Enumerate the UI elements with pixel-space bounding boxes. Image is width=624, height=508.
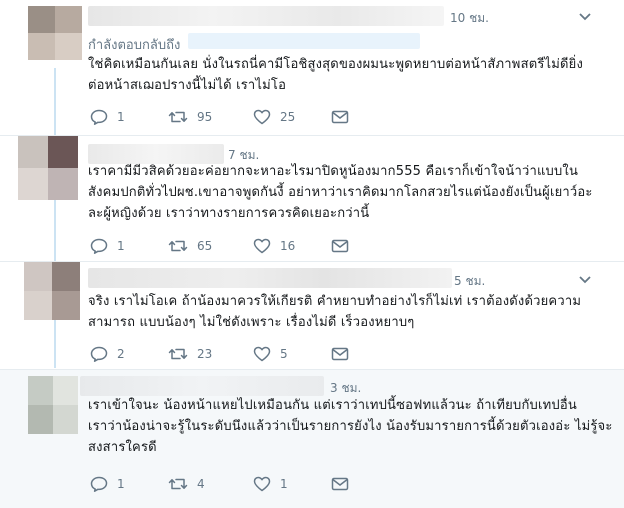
- like-count: 1: [280, 477, 288, 491]
- chevron-down-icon[interactable]: [578, 275, 592, 285]
- tweet-text-line: ละผู้หญิงด้วย เราว่าทางรายการควรคิดเยอะก…: [88, 206, 370, 221]
- replying-to-handles-redacted[interactable]: [188, 33, 420, 49]
- retweet-count: 95: [197, 110, 213, 124]
- reply-icon: [90, 476, 108, 492]
- envelope-icon: [331, 239, 349, 253]
- heart-icon: [253, 238, 271, 254]
- like-button[interactable]: 25: [253, 107, 295, 127]
- reply-count: 1: [117, 477, 125, 491]
- tweet-actions: 2 23 5: [90, 344, 370, 364]
- envelope-icon: [331, 110, 349, 124]
- tweet-text-line: เราเข้าใจนะ น้องหน้าแหยไปเหมือนกัน แต่เร…: [88, 398, 577, 413]
- like-button[interactable]: 1: [253, 474, 288, 494]
- tweet[interactable]: 10 ชม. กำลังตอบกลับถึง ใช่คิดเหมือนกันเล…: [0, 0, 624, 136]
- tweet-text-line: สามารถ แบบน้องๆ ไม่ใช่ดังเพราะ เรื่องไม่…: [88, 315, 415, 330]
- reply-icon: [90, 238, 108, 254]
- like-count: 25: [280, 110, 296, 124]
- reply-button[interactable]: 1: [90, 236, 125, 256]
- replying-to-label: กำลังตอบกลับถึง: [88, 38, 181, 53]
- direct-message-button[interactable]: [331, 474, 349, 494]
- like-count: 5: [280, 347, 288, 361]
- reply-icon: [90, 109, 108, 125]
- retweet-count: 4: [197, 477, 205, 491]
- reply-button[interactable]: 2: [90, 344, 125, 364]
- reply-icon: [90, 346, 108, 362]
- reply-count: 1: [117, 110, 125, 124]
- retweet-button[interactable]: 65: [168, 236, 212, 256]
- direct-message-button[interactable]: [331, 236, 349, 256]
- retweet-icon: [168, 478, 188, 490]
- tweet-timestamp[interactable]: 5 ชม.: [454, 272, 485, 291]
- direct-message-button[interactable]: [331, 344, 349, 364]
- tweet-text-line: ต่อหน้าสเฌอปรางนี้ไม่ได้ เราไม่โอ: [88, 78, 287, 93]
- retweet-icon: [168, 240, 188, 252]
- retweet-count: 23: [197, 347, 213, 361]
- like-count: 16: [280, 239, 296, 253]
- retweet-count: 65: [197, 239, 213, 253]
- heart-icon: [253, 109, 271, 125]
- reply-button[interactable]: 1: [90, 474, 125, 494]
- tweet-text-line: จริง เราไม่โอเค ถ้าน้องมาควรให้เกียรติ ค…: [88, 294, 582, 309]
- avatar[interactable]: [28, 6, 82, 60]
- tweet[interactable]: 7 ชม. เราคามีมีวสิคด้วยอะค่อยากจะหาอะไรม…: [0, 136, 624, 262]
- retweet-button[interactable]: 4: [168, 474, 205, 494]
- like-button[interactable]: 5: [253, 344, 288, 364]
- tweet-timestamp[interactable]: 10 ชม.: [450, 9, 489, 28]
- username-redacted[interactable]: [88, 268, 452, 288]
- reply-count: 1: [117, 239, 125, 253]
- tweet-text-line: ใช่คิดเหมือนกันเลย นั่งในรถนี่คามีโอชิสู…: [88, 57, 584, 72]
- direct-message-button[interactable]: [331, 107, 349, 127]
- envelope-icon: [331, 477, 349, 491]
- tweet-text: ใช่คิดเหมือนกันเลย นั่งในรถนี่คามีโอชิสู…: [88, 54, 583, 96]
- tweet-actions: 1 65 16: [90, 236, 370, 256]
- tweet-actions: 1 4 1: [90, 474, 370, 494]
- tweet[interactable]: 3 ชม. เราเข้าใจนะ น้องหน้าแหยไปเหมือนกัน…: [0, 370, 624, 508]
- reply-count: 2: [117, 347, 125, 361]
- retweet-icon: [168, 111, 188, 123]
- tweet[interactable]: 5 ชม. จริง เราไม่โอเค ถ้าน้องมาควรให้เกี…: [0, 262, 624, 370]
- avatar[interactable]: [18, 136, 78, 200]
- reply-button[interactable]: 1: [90, 107, 125, 127]
- avatar[interactable]: [24, 262, 80, 320]
- heart-icon: [253, 346, 271, 362]
- username-redacted[interactable]: [80, 376, 324, 396]
- like-button[interactable]: 16: [253, 236, 295, 256]
- username-redacted[interactable]: [88, 6, 444, 26]
- retweet-icon: [168, 348, 188, 360]
- tweet-text-line: สังคมปกติทั่วไปผช.เขาอาจพูดกันงี้ อย่าหา…: [88, 185, 593, 200]
- envelope-icon: [331, 347, 349, 361]
- tweet-text: จริง เราไม่โอเค ถ้าน้องมาควรให้เกียรติ ค…: [88, 291, 581, 333]
- tweet-text-line: เราว่าน้องน่าจะรู้ในระดับนึงแล้วว่าเป็นร…: [88, 419, 613, 434]
- chevron-down-icon[interactable]: [578, 12, 592, 22]
- tweet-text-line: เราคามีมีวสิคด้วยอะค่อยากจะหาอะไรมาปิดหู…: [88, 164, 579, 179]
- tweet-actions: 1 95 25: [90, 107, 370, 127]
- avatar[interactable]: [28, 376, 78, 434]
- retweet-button[interactable]: 95: [168, 107, 212, 127]
- tweet-text-line: สงสารใครดี: [88, 440, 157, 455]
- tweet-text: เราคามีมีวสิคด้วยอะค่อยากจะหาอะไรมาปิดหู…: [88, 161, 593, 224]
- retweet-button[interactable]: 23: [168, 344, 212, 364]
- tweet-text: เราเข้าใจนะ น้องหน้าแหยไปเหมือนกัน แต่เร…: [88, 395, 613, 458]
- heart-icon: [253, 476, 271, 492]
